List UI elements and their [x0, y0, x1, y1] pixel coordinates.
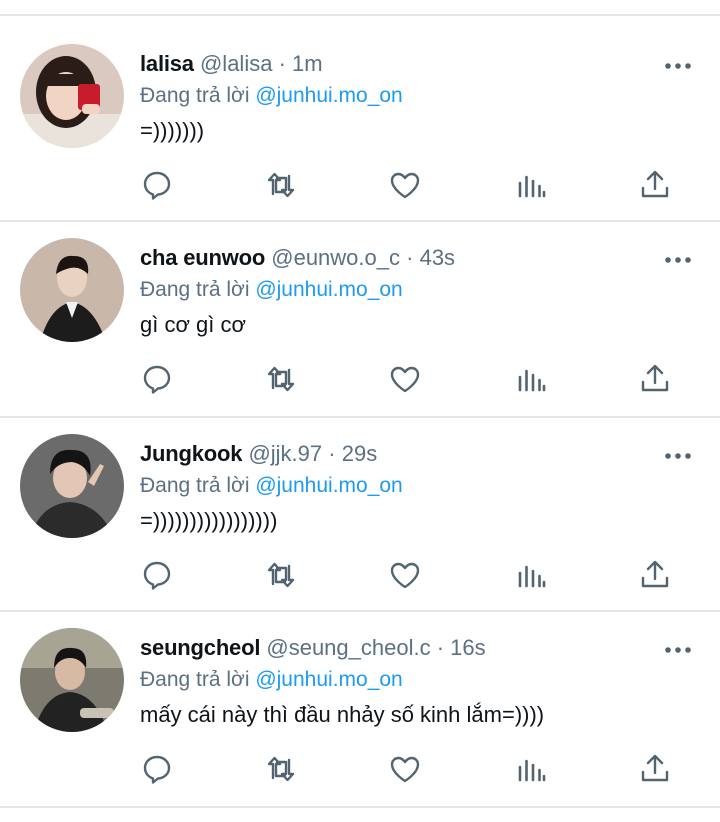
share-button[interactable] — [638, 752, 672, 786]
heart-icon — [390, 366, 420, 393]
tweet-header: Jungkook @jjk.97 · 29s — [140, 440, 377, 468]
more-options-button[interactable] — [662, 56, 694, 76]
replying-to-label: Đang trả lời — [140, 84, 250, 107]
display-name[interactable]: Jungkook — [140, 441, 243, 466]
heart-icon — [390, 562, 420, 589]
views-button[interactable] — [514, 558, 548, 592]
display-name[interactable]: cha eunwoo — [140, 245, 265, 270]
reply-bubble-icon — [143, 755, 171, 784]
mention-link[interactable]: @junhui.mo_on — [255, 474, 402, 497]
like-button[interactable] — [388, 558, 422, 592]
share-icon — [641, 364, 669, 392]
more-horizontal-icon — [665, 453, 691, 459]
reply-bubble-icon — [143, 171, 171, 200]
retweet-icon — [267, 366, 295, 392]
like-button[interactable] — [388, 168, 422, 202]
share-icon — [641, 560, 669, 588]
heart-icon — [390, 756, 420, 783]
bar-chart-icon — [518, 759, 546, 782]
user-handle[interactable]: @jjk.97 — [248, 441, 322, 466]
share-button[interactable] — [638, 558, 672, 592]
display-name[interactable]: seungcheol — [140, 635, 260, 660]
separator-dot: · — [278, 51, 286, 76]
timestamp[interactable]: 1m — [292, 51, 323, 76]
bottom-divider — [0, 806, 720, 808]
display-name[interactable]: lalisa — [140, 51, 194, 76]
retweet-button[interactable] — [264, 558, 298, 592]
more-horizontal-icon — [665, 257, 691, 263]
like-button[interactable] — [388, 752, 422, 786]
replying-to: Đang trả lời @junhui.mo_on — [140, 666, 403, 694]
heart-icon — [390, 172, 420, 199]
replying-to-label: Đang trả lời — [140, 668, 250, 691]
timestamp[interactable]: 16s — [450, 635, 485, 660]
tweet-header: seungcheol @seung_cheol.c · 16s — [140, 634, 486, 662]
more-options-button[interactable] — [662, 250, 694, 270]
tweet[interactable]: lalisa @lalisa · 1m Đang trả lời @junhui… — [0, 16, 720, 206]
avatar[interactable] — [20, 628, 124, 732]
mention-link[interactable]: @junhui.mo_on — [255, 84, 402, 107]
separator-dot: · — [406, 245, 414, 270]
reply-bubble-icon — [143, 561, 171, 590]
tweet-text: gì cơ gì cơ — [140, 312, 246, 337]
replying-to: Đang trả lời @junhui.mo_on — [140, 472, 403, 500]
tweet-text: =))))))))))))))))) — [140, 508, 278, 533]
tweet-header: cha eunwoo @eunwo.o_c · 43s — [140, 244, 455, 272]
share-button[interactable] — [638, 168, 672, 202]
bar-chart-icon — [518, 175, 546, 198]
share-icon — [641, 754, 669, 782]
user-handle[interactable]: @eunwo.o_c — [271, 245, 400, 270]
timestamp[interactable]: 29s — [342, 441, 377, 466]
more-options-button[interactable] — [662, 640, 694, 660]
user-handle[interactable]: @seung_cheol.c — [266, 635, 430, 660]
views-button[interactable] — [514, 752, 548, 786]
retweet-icon — [267, 562, 295, 588]
more-horizontal-icon — [665, 63, 691, 69]
avatar[interactable] — [20, 434, 124, 538]
retweet-button[interactable] — [264, 362, 298, 396]
reply-bubble-icon — [143, 365, 171, 394]
more-horizontal-icon — [665, 647, 691, 653]
share-icon — [641, 170, 669, 198]
tweet-header: lalisa @lalisa · 1m — [140, 50, 323, 78]
views-button[interactable] — [514, 362, 548, 396]
separator-dot: · — [328, 441, 336, 466]
timestamp[interactable]: 43s — [420, 245, 455, 270]
like-button[interactable] — [388, 362, 422, 396]
replying-to: Đang trả lời @junhui.mo_on — [140, 276, 403, 304]
mention-link[interactable]: @junhui.mo_on — [255, 278, 402, 301]
retweet-icon — [267, 172, 295, 198]
reply-button[interactable] — [140, 362, 174, 396]
replying-to: Đang trả lời @junhui.mo_on — [140, 82, 403, 110]
retweet-icon — [267, 756, 295, 782]
bar-chart-icon — [518, 565, 546, 588]
tweet-text: mấy cái này thì đầu nhảy số kinh lắm=)))… — [140, 702, 545, 727]
more-options-button[interactable] — [662, 446, 694, 466]
replying-to-label: Đang trả lời — [140, 278, 250, 301]
user-handle[interactable]: @lalisa — [200, 51, 272, 76]
retweet-button[interactable] — [264, 752, 298, 786]
avatar[interactable] — [20, 44, 124, 148]
mention-link[interactable]: @junhui.mo_on — [255, 668, 402, 691]
replying-to-label: Đang trả lời — [140, 474, 250, 497]
retweet-button[interactable] — [264, 168, 298, 202]
reply-button[interactable] — [140, 168, 174, 202]
reply-button[interactable] — [140, 558, 174, 592]
tweet[interactable]: cha eunwoo @eunwo.o_c · 43s Đang trả lời… — [0, 210, 720, 400]
tweet[interactable]: Jungkook @jjk.97 · 29s Đang trả lời @jun… — [0, 406, 720, 596]
reply-button[interactable] — [140, 752, 174, 786]
separator-dot: · — [436, 635, 445, 660]
avatar[interactable] — [20, 238, 124, 342]
bar-chart-icon — [518, 369, 546, 392]
views-button[interactable] — [514, 168, 548, 202]
tweet[interactable]: seungcheol @seung_cheol.c · 16s Đang trả… — [0, 600, 720, 790]
tweet-text: =))))))) — [140, 118, 205, 143]
share-button[interactable] — [638, 362, 672, 396]
